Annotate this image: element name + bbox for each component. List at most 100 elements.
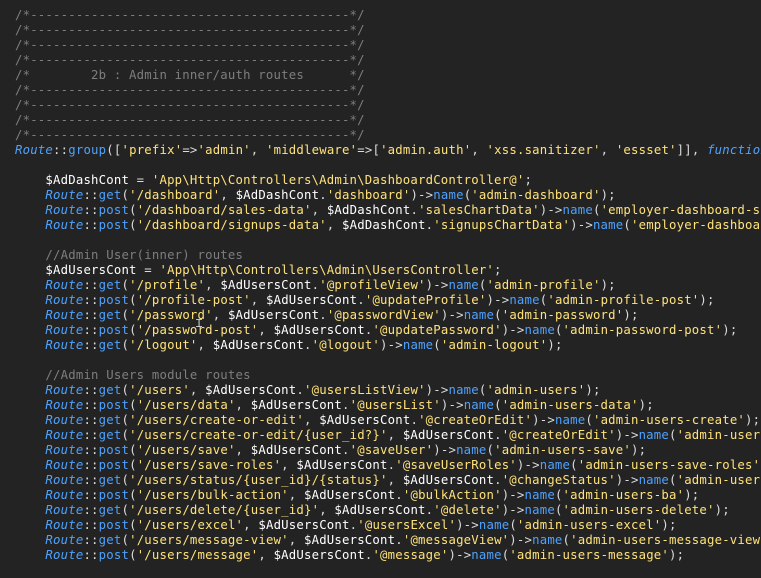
- code-line[interactable]: Route::get('/users', $AdUsersCont.'@user…: [15, 383, 761, 398]
- code-line[interactable]: $AdDashCont = 'App\Http\Controllers\Admi…: [15, 173, 761, 188]
- token-function-name: get: [98, 278, 122, 292]
- code-line[interactable]: Route::post('/password-post', $AdUsersCo…: [15, 323, 761, 338]
- code-line[interactable]: Route::get('/users/status/{user_id}/{sta…: [15, 473, 761, 488]
- token-punctuation: [15, 458, 45, 472]
- token-punctuation: [15, 413, 45, 427]
- token-class-name: Route: [45, 203, 84, 217]
- token-punctuation: )->: [433, 443, 457, 457]
- code-line[interactable]: //Admin User(inner) routes: [15, 248, 761, 263]
- code-line[interactable]: Route::post('/users/excel', $AdUsersCont…: [15, 518, 761, 533]
- code-line[interactable]: Route::post('/users/save', $AdUsersCont.…: [15, 443, 761, 458]
- token-punctuation: (: [121, 188, 130, 202]
- code-line[interactable]: Route::post('/users/save-roles', $AdUser…: [15, 458, 761, 473]
- token-operator: ::: [83, 458, 99, 472]
- code-line[interactable]: [15, 158, 761, 173]
- token-string-literal: 'admin-users-message-view': [570, 533, 761, 547]
- token-punctuation: ,: [326, 218, 343, 232]
- token-punctuation: ,: [235, 398, 251, 412]
- token-punctuation: [15, 293, 45, 307]
- token-class-name: Route: [45, 548, 84, 562]
- code-line[interactable]: Route::get('/password', $AdUsersCont.'@p…: [15, 308, 761, 323]
- token-punctuation: (: [129, 518, 137, 532]
- token-string-literal: '/users/data': [136, 398, 236, 412]
- code-line[interactable]: [15, 233, 761, 248]
- token-punctuation: [15, 488, 45, 502]
- code-line[interactable]: $AdUsersCont = 'App\Http\Controllers\Adm…: [15, 263, 761, 278]
- token-punctuation: );: [547, 338, 563, 352]
- code-line[interactable]: /*--------------------------------------…: [15, 23, 761, 38]
- code-line[interactable]: /*--------------------------------------…: [15, 128, 761, 143]
- token-class-name: Route: [45, 308, 84, 322]
- token-string-literal: '@logout': [311, 338, 381, 352]
- code-line[interactable]: Route::post('/dashboard/sales-data', $Ad…: [15, 203, 761, 218]
- token-punctuation: )->: [425, 278, 449, 292]
- token-variable: $AdUsersCont: [334, 503, 426, 517]
- token-punctuation: [: [372, 143, 381, 157]
- code-line[interactable]: /*--------------------------------------…: [15, 98, 761, 113]
- code-line[interactable]: Route::get('/profile', $AdUsersCont.'@pr…: [15, 278, 761, 293]
- token-class-name: Route: [45, 533, 84, 547]
- code-line[interactable]: /* 2b : Admin inner/auth routes */: [15, 68, 761, 83]
- token-comment: //Admin User(inner) routes: [45, 248, 244, 262]
- code-line[interactable]: /*--------------------------------------…: [15, 83, 761, 98]
- code-line[interactable]: Route::post('/users/bulk-action', $AdUse…: [15, 488, 761, 503]
- token-string-literal: '@createOrEdit': [501, 428, 616, 442]
- token-operator: .: [304, 338, 312, 352]
- code-line[interactable]: Route::post('/profile-post', $AdUsersCon…: [15, 293, 761, 308]
- token-function-name: name: [638, 473, 669, 487]
- token-punctuation: [15, 533, 45, 547]
- token-string-literal: '@usersListView': [304, 383, 426, 397]
- token-punctuation: [15, 473, 45, 487]
- token-string-literal: 'signupsChartData': [433, 218, 571, 232]
- token-operator: .: [319, 188, 327, 202]
- token-punctuation: ,: [288, 533, 304, 547]
- code-line[interactable]: /*--------------------------------------…: [15, 8, 761, 23]
- token-punctuation: (: [554, 323, 563, 337]
- token-string-literal: '@saveUserRoles': [395, 458, 517, 472]
- token-class-name: Route: [45, 503, 84, 517]
- code-line[interactable]: Route::group(['prefix'=>'admin', 'middle…: [15, 143, 761, 158]
- token-punctuation: );: [722, 323, 738, 337]
- code-line[interactable]: Route::post('/dashboard/signups-data', $…: [15, 218, 761, 233]
- token-class-name: Route: [45, 413, 84, 427]
- token-function-name: name: [456, 443, 487, 457]
- code-line[interactable]: Route::get('/users/delete/{user_id}', $A…: [15, 503, 761, 518]
- token-variable: $AdUsersCont: [304, 488, 396, 502]
- code-line[interactable]: Route::get('/dashboard', $AdDashCont.'da…: [15, 188, 761, 203]
- token-variable: $AdUsersCont: [303, 533, 396, 547]
- code-line[interactable]: Route::post('/users/data', $AdUsersCont.…: [15, 398, 761, 413]
- code-line[interactable]: /*--------------------------------------…: [15, 38, 761, 53]
- token-punctuation: )->: [501, 488, 525, 502]
- token-punctuation: )->: [501, 323, 525, 337]
- code-line[interactable]: Route::get('/users/create-or-edit/{user_…: [15, 428, 761, 443]
- token-class-name: Route: [45, 278, 84, 292]
- token-punctuation: (: [486, 443, 495, 457]
- token-punctuation: (: [129, 443, 137, 457]
- token-operator: .: [494, 473, 502, 487]
- token-class-name: Route: [45, 488, 84, 502]
- code-text-area[interactable]: /*--------------------------------------…: [15, 8, 761, 563]
- code-line[interactable]: Route::get('/logout', $AdUsersCont.'@log…: [15, 338, 761, 353]
- code-line[interactable]: Route::get('/users/message-view', $AdUse…: [15, 533, 761, 548]
- token-punctuation: ]],: [676, 143, 708, 157]
- token-punctuation: ,: [258, 548, 274, 562]
- token-function-name: post: [98, 488, 130, 502]
- token-punctuation: [15, 443, 45, 457]
- token-comment: /*--------------------------------------…: [15, 113, 365, 127]
- code-editor[interactable]: /*--------------------------------------…: [0, 0, 761, 578]
- token-variable: $AdUsersCont: [250, 398, 343, 412]
- token-punctuation: (: [494, 398, 502, 412]
- code-line[interactable]: //Admin Users module routes: [15, 368, 761, 383]
- token-variable: $AdUsersCont: [45, 263, 137, 277]
- code-line[interactable]: /*--------------------------------------…: [15, 53, 761, 68]
- token-punctuation: ([: [106, 143, 122, 157]
- token-punctuation: [15, 203, 45, 217]
- code-line[interactable]: Route::get('/users/create-or-edit', $AdU…: [15, 413, 761, 428]
- token-punctuation: [15, 398, 45, 412]
- code-line[interactable]: /*--------------------------------------…: [15, 113, 761, 128]
- token-punctuation: )->: [570, 218, 593, 232]
- code-line[interactable]: Route::post('/users/message', $AdUsersCo…: [15, 548, 761, 563]
- code-line[interactable]: [15, 353, 761, 368]
- token-punctuation: );: [669, 548, 685, 562]
- token-function-name: name: [448, 278, 479, 292]
